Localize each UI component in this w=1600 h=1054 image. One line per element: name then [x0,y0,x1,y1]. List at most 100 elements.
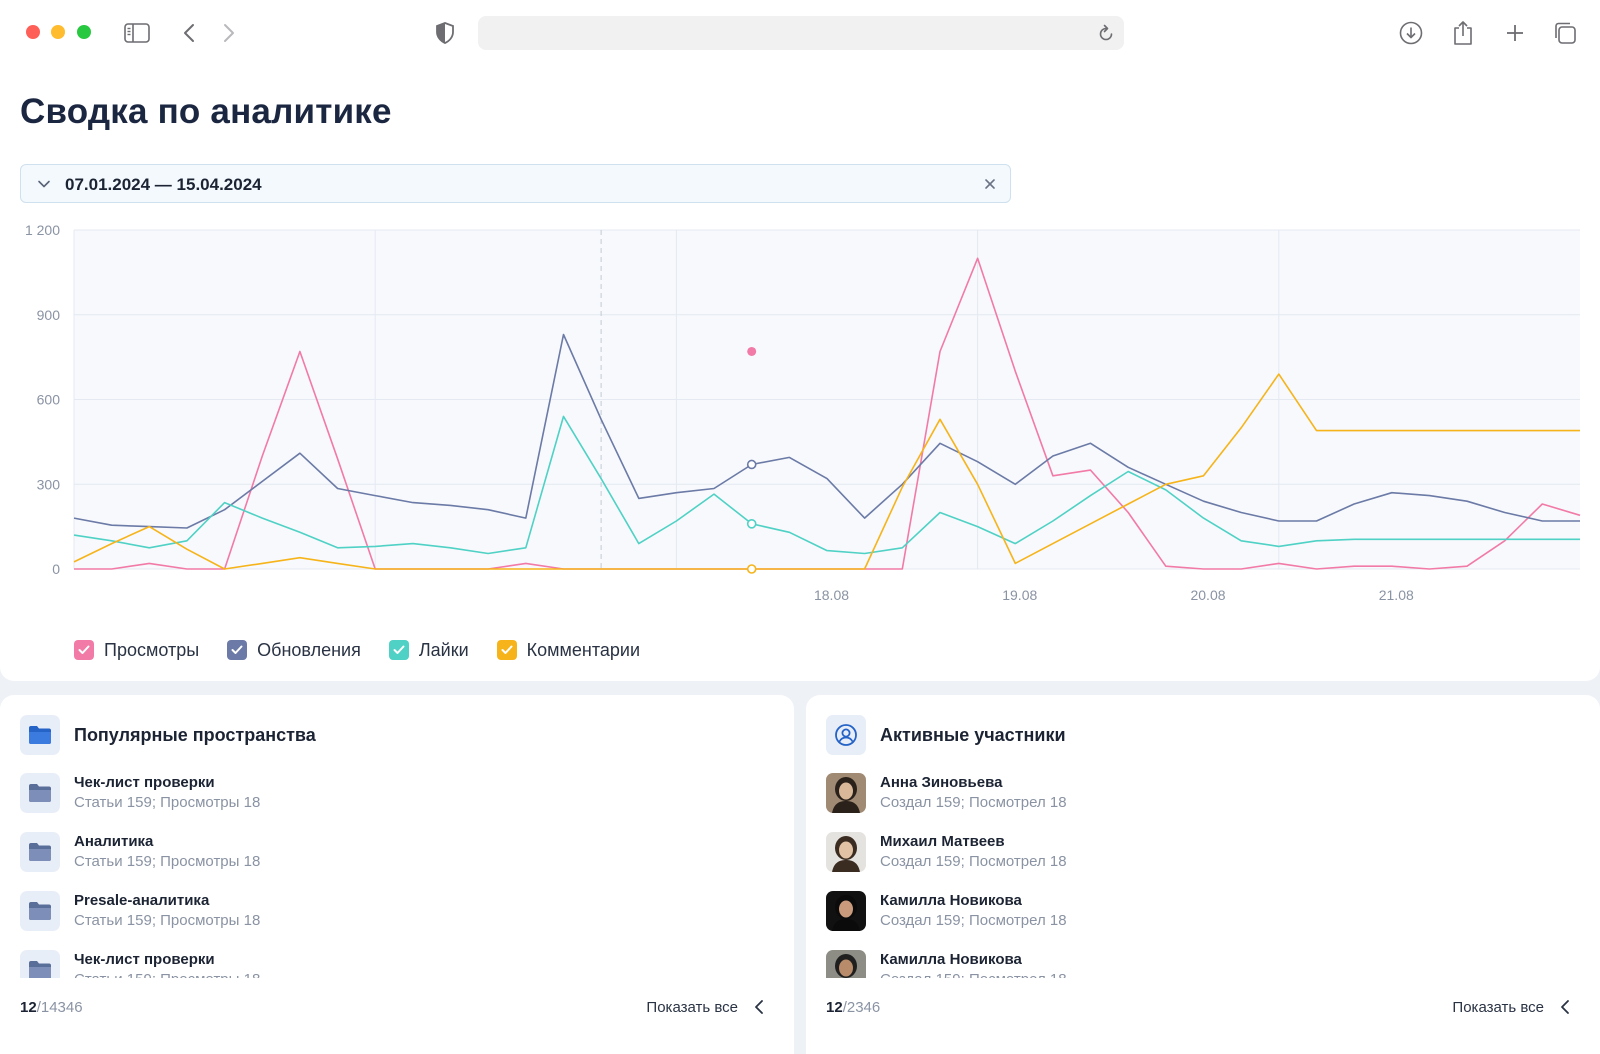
members-pager: 12/2346 [826,999,880,1016]
popular-spaces-card: Популярные пространства Чек-лист проверк… [0,695,794,1054]
chevron-left-icon [1561,1000,1569,1014]
stat-label: Статьи [74,971,127,978]
new-tab-icon[interactable] [1502,18,1528,48]
folder-icon [20,950,60,978]
show-all-label: Показать все [646,998,738,1016]
active-members-card: Активные участники Анна Зиновьева Создал … [806,695,1600,1054]
shield-icon[interactable] [434,18,456,48]
list-item[interactable]: Аналитика Статьи 159; Просмотры 18 [20,832,760,891]
stat-label: Создал [880,853,936,870]
stat-label: ; Посмотрел [960,794,1050,811]
stat-label: Статьи [74,794,127,811]
list-item[interactable]: Камилла Новикова Создал 159; Посмотрел 18 [826,950,1566,978]
legend-item[interactable]: Комментарии [496,639,641,661]
y-tick-label: 1 200 [25,222,60,238]
chevron-left-icon [755,1000,763,1014]
list-item-stats: Статьи 159; Просмотры 18 [74,911,260,931]
folder-icon [20,891,60,931]
list-item[interactable]: Камилла Новикова Создал 159; Посмотрел 18 [826,891,1566,950]
reload-icon[interactable] [1098,24,1114,47]
browser-toolbar [0,0,1600,66]
stat-value: 18 [244,971,261,978]
close-window-button[interactable] [26,25,40,39]
avatar [826,832,866,872]
list-item-name: Чек-лист проверки [74,951,215,968]
back-icon[interactable] [178,18,200,48]
address-bar[interactable] [478,16,1124,50]
avatar [826,950,866,978]
show-all-spaces-button[interactable]: Показать все [646,999,764,1016]
list-item-stats: Создал 159; Посмотрел 18 [880,970,1067,978]
checkbox-icon[interactable] [74,640,94,660]
tabs-overview-icon[interactable] [1552,18,1578,48]
legend-item[interactable]: Просмотры [74,640,199,661]
sidebar-toggle-icon[interactable] [122,18,152,48]
checkbox-icon[interactable] [388,640,409,660]
stat-label: Создал [880,912,936,929]
pager-current: 12 [826,998,843,1016]
list-item-text: Presale-аналитика Статьи 159; Просмотры 1… [74,891,260,931]
folder-icon [20,715,60,755]
checkbox-icon[interactable] [496,640,517,660]
list-item[interactable]: Presale-аналитика Статьи 159; Просмотры 1… [20,891,760,950]
spaces-pager: 12/14346 [20,999,83,1016]
list-item-stats: Статьи 159; Просмотры 18 [74,970,260,978]
list-item-text: Чек-лист проверки Статьи 159; Просмотры 1… [74,950,260,978]
list-item[interactable]: Чек-лист проверки Статьи 159; Просмотры 1… [20,773,760,832]
stat-label: ; Просмотры [151,912,244,929]
list-item-stats: Создал 159; Посмотрел 18 [880,911,1067,931]
share-icon[interactable] [1450,18,1476,48]
active-members-title: Активные участники [880,724,1066,745]
stat-label: ; Посмотрел [961,971,1050,978]
legend-label: Комментарии [526,639,641,660]
list-item[interactable]: Анна Зиновьева Создал 159; Посмотрел 18 [826,773,1566,832]
folder-icon [20,773,60,813]
list-item-stats: Статьи 159; Просмотры 18 [74,852,260,872]
stat-value: 159 [126,912,152,929]
list-item-stats: Создал 159; Посмотрел 18 [880,793,1067,813]
list-item-name: Камилла Новикова [880,892,1022,909]
list-item[interactable]: Чек-лист проверки Статьи 159; Просмотры 1… [20,950,760,978]
checkbox-icon[interactable] [227,640,248,660]
legend-item[interactable]: Обновления [227,640,361,661]
x-tick-label: 18.08 [814,587,849,603]
legend-label: Лайки [418,639,469,660]
list-item-text: Чек-лист проверки Статьи 159; Просмотры 1… [74,773,260,813]
stat-value: 18 [243,853,261,870]
data-point [746,459,757,470]
minimize-window-button[interactable] [51,25,65,39]
download-icon[interactable] [1398,18,1424,48]
data-point [747,346,757,356]
stat-label: Статьи [74,853,127,870]
stat-value: 159 [935,794,961,811]
list-item-text: Аналитика Статьи 159; Просмотры 18 [74,832,260,872]
stat-value: 18 [1049,912,1067,929]
activity-chart-svg: 0 300 600 900 1 200 18.08 19.08 20.08 21.08 [25,222,1581,603]
list-item[interactable]: Михаил Матвеев Создал 159; Посмотрел 18 [826,832,1566,891]
legend-item[interactable]: Лайки [388,639,469,661]
stat-label: Статьи [74,912,127,929]
stat-value: 18 [1049,853,1067,870]
date-range-filter[interactable]: 07.01.2024 — 15.04.2024 [20,164,1011,203]
stat-value: 159 [935,912,961,929]
list-item-name: Чек-лист проверки [74,774,215,791]
show-all-members-button[interactable]: Показать все [1452,999,1570,1016]
show-all-label: Показать все [1452,998,1544,1016]
stat-label: ; Посмотрел [960,912,1050,929]
forward-icon[interactable] [218,18,240,48]
list-item-name: Анна Зиновьева [880,774,1003,791]
y-tick-label: 900 [37,307,61,323]
avatar [826,891,866,931]
popular-spaces-title: Популярные пространства [74,724,316,745]
list-item-name: Камилла Новикова [880,951,1022,968]
activity-chart: 0 300 600 900 1 200 18.08 19.08 20.08 21.08 [0,220,1600,620]
data-point [746,564,757,574]
stat-value: 18 [243,794,261,811]
clear-icon[interactable] [984,177,996,195]
pager-total: /2346 [842,998,881,1016]
user-circle-icon [826,715,866,755]
chevron-down-icon[interactable] [37,177,51,196]
list-item-name: Михаил Матвеев [880,833,1005,850]
maximize-window-button[interactable] [77,25,91,39]
legend-label: Обновления [257,639,361,660]
